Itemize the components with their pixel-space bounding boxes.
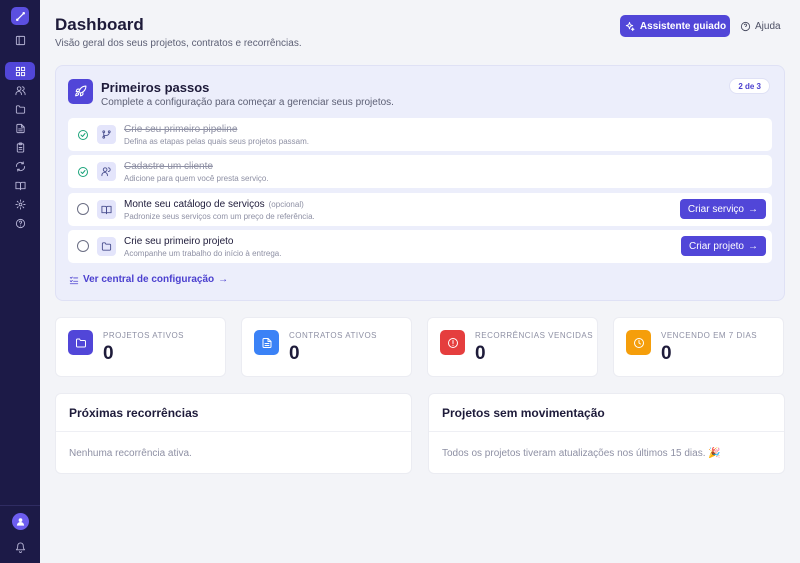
upcoming-recurrences-panel: Próximas recorrências Nenhuma recorrênci… — [55, 393, 412, 474]
book-icon — [97, 200, 116, 219]
guided-assistant-button[interactable]: Assistente guiado — [620, 15, 730, 37]
create-service-button[interactable]: Criar serviço → — [679, 199, 766, 219]
stat-value: 0 — [475, 343, 486, 364]
stat-card-active-projects: PROJETOS ATIVOS 0 — [55, 317, 226, 377]
stat-label: PROJETOS ATIVOS — [103, 331, 184, 340]
document-icon — [254, 330, 279, 355]
panel-title: Projetos sem movimentação — [442, 406, 605, 420]
clock-icon — [626, 330, 651, 355]
sidebar-footer — [0, 505, 40, 563]
guided-assistant-label: Assistente guiado — [639, 20, 727, 32]
help-icon — [15, 218, 25, 228]
users-icon — [97, 162, 116, 181]
empty-circle-icon — [77, 240, 89, 252]
refresh-icon — [15, 160, 25, 172]
step-title: Cadastre um cliente — [124, 161, 213, 172]
stat-value: 0 — [661, 343, 672, 364]
sidebar-item-settings[interactable] — [5, 195, 35, 213]
divider — [56, 431, 411, 432]
step-title: Crie seu primeiro projeto — [124, 236, 234, 247]
sidebar-item-contracts[interactable] — [5, 119, 35, 137]
stat-card-overdue-recurrences: RECORRÊNCIAS VENCIDAS 0 — [427, 317, 598, 377]
onboarding-card: Primeiros passos Complete a configuração… — [55, 65, 785, 301]
create-project-button[interactable]: Criar projeto → — [680, 236, 766, 256]
optional-tag: (opcional) — [268, 200, 304, 209]
onboarding-step-client[interactable]: Cadastre um cliente Adicione para quem v… — [68, 155, 772, 188]
folder-icon — [15, 104, 25, 114]
stat-label: VENCENDO EM 7 DIAS — [661, 331, 758, 340]
document-icon — [15, 123, 25, 133]
setup-center-link[interactable]: Ver central de configuração → — [69, 274, 228, 285]
users-icon — [14, 85, 26, 95]
sidebar-item-catalog[interactable] — [5, 176, 35, 194]
help-button[interactable]: Ajuda — [740, 15, 781, 37]
stat-label: RECORRÊNCIAS VENCIDAS — [475, 331, 594, 340]
onboarding-subtitle: Complete a configuração para começar a g… — [101, 97, 394, 108]
stat-value: 0 — [289, 343, 300, 364]
sidebar — [0, 0, 40, 563]
step-description: Padronize seus serviços com um preço de … — [124, 212, 315, 221]
sidebar-item-projects[interactable] — [5, 100, 35, 118]
arrow-right-icon: → — [748, 240, 758, 252]
step-description: Defina as etapas pelas quais seus projet… — [124, 137, 309, 146]
onboarding-step-project[interactable]: Crie seu primeiro projeto Acompanhe um t… — [68, 230, 772, 263]
sparkle-icon — [625, 21, 635, 31]
arrow-right-icon: → — [748, 203, 758, 215]
sidebar-item-help[interactable] — [5, 214, 35, 232]
help-label: Ajuda — [755, 20, 781, 32]
empty-state: Todos os projetos tiveram atualizações n… — [442, 448, 721, 459]
onboarding-step-catalog[interactable]: Monte seu catálogo de serviços (opcional)… — [68, 193, 772, 226]
page-title: Dashboard — [55, 15, 144, 34]
user-icon — [16, 518, 24, 526]
page-subtitle: Visão geral dos seus projetos, contratos… — [55, 38, 302, 49]
clipboard-icon — [16, 141, 24, 153]
progress-badge: 2 de 3 — [729, 78, 770, 94]
stat-card-due-7-days: VENCENDO EM 7 DIAS 0 — [613, 317, 784, 377]
onboarding-step-pipeline[interactable]: Crie seu primeiro pipeline Defina as eta… — [68, 118, 772, 151]
app-logo[interactable] — [11, 7, 29, 25]
check-circle-icon — [77, 165, 89, 177]
checklist-icon — [69, 276, 79, 284]
panel-title: Próximas recorrências — [69, 406, 199, 420]
step-title-wrap: Monte seu catálogo de serviços (opcional) — [124, 199, 304, 210]
help-icon — [740, 21, 751, 31]
divider — [429, 431, 784, 432]
stale-projects-panel: Projetos sem movimentação Todos os proje… — [428, 393, 785, 474]
sidebar-item-recurrences[interactable] — [5, 157, 35, 175]
step-description: Acompanhe um trabalho do início à entreg… — [124, 249, 282, 258]
panel-icon[interactable] — [5, 31, 35, 49]
onboarding-title: Primeiros passos — [101, 80, 210, 95]
stat-card-active-contracts: CONTRATOS ATIVOS 0 — [241, 317, 412, 377]
empty-state: Nenhuma recorrência ativa. — [69, 448, 192, 459]
stat-label: CONTRATOS ATIVOS — [289, 331, 378, 340]
create-service-label: Criar serviço — [687, 203, 744, 215]
sidebar-item-tasks[interactable] — [5, 138, 35, 156]
alert-icon — [440, 330, 465, 355]
empty-circle-icon — [77, 203, 89, 215]
grid-icon — [15, 66, 25, 76]
avatar[interactable] — [11, 513, 29, 530]
sidebar-item-clients[interactable] — [5, 81, 35, 99]
folder-icon — [97, 237, 116, 256]
book-icon — [14, 181, 26, 190]
check-circle-icon — [77, 128, 89, 140]
step-description: Adicione para quem você presta serviço. — [124, 174, 269, 183]
gear-icon — [14, 198, 26, 210]
setup-center-label: Ver central de configuração — [83, 274, 215, 285]
create-project-label: Criar projeto — [688, 240, 744, 252]
stat-value: 0 — [103, 343, 114, 364]
bell-icon[interactable] — [5, 538, 35, 556]
rocket-icon — [68, 79, 93, 104]
pipeline-icon — [97, 125, 116, 144]
arrow-right-icon: → — [218, 274, 229, 285]
sidebar-item-dashboard[interactable] — [5, 62, 35, 80]
folder-icon — [68, 330, 93, 355]
step-title: Crie seu primeiro pipeline — [124, 124, 238, 135]
step-title: Monte seu catálogo de serviços — [124, 199, 265, 210]
